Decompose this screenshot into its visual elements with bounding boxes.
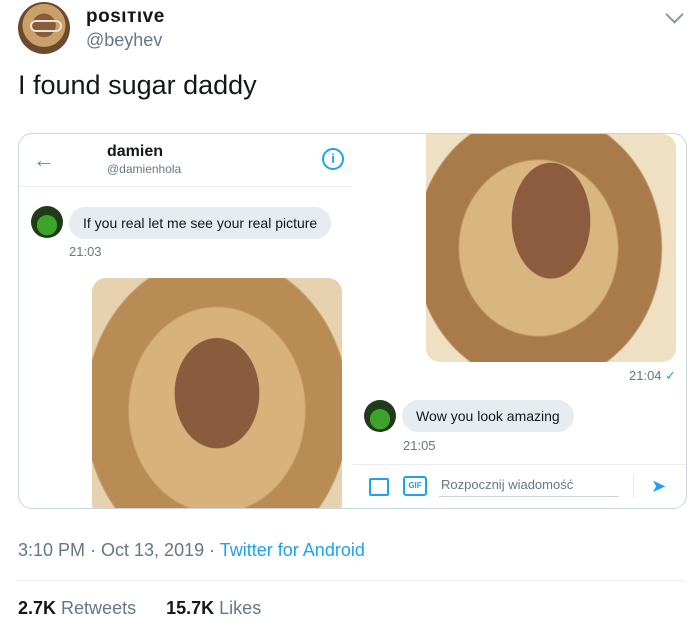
tweet-source-link[interactable]: Twitter for Android: [220, 540, 365, 560]
retweets-stat[interactable]: 2.7K Retweets: [18, 598, 136, 618]
timestamp-text: 21:04: [629, 368, 662, 383]
glasses-detail: [30, 20, 62, 32]
likes-label: Likes: [219, 598, 262, 618]
tweet-timestamp[interactable]: 3:10 PM · Oct 13, 2019 ·: [18, 540, 220, 560]
dm-contact-name: damien: [107, 143, 164, 160]
sender-avatar: [31, 206, 63, 238]
compose-input: Rozpocznij wiadomość: [441, 477, 574, 492]
profile-avatar[interactable]: [18, 2, 70, 54]
tweet-metadata: 3:10 PM · Oct 13, 2019 · Twitter for And…: [18, 540, 365, 561]
retweets-label: Retweets: [61, 598, 137, 618]
tweet-text: I found sugar daddy: [18, 70, 257, 100]
read-check-icon: ✓: [665, 368, 677, 383]
panel-divider: [352, 134, 353, 508]
divider: [19, 186, 352, 187]
message-timestamp: 21:05: [403, 438, 436, 453]
display-name[interactable]: posιтιve: [86, 6, 165, 28]
image-icon: [369, 478, 389, 496]
compose-underline: [439, 496, 619, 497]
back-arrow-icon: ←: [33, 147, 55, 172]
dm-screenshot-left: ← damien @damienhola i If you real let m…: [19, 134, 352, 508]
tweet-stats: 2.7K Retweets 15.7K Likes: [18, 598, 261, 619]
send-icon: ➤: [651, 476, 667, 496]
message-timestamp: 21:03: [69, 244, 102, 259]
user-handle[interactable]: @beyhev: [86, 30, 162, 51]
message-timestamp: 21:04 ✓: [629, 368, 676, 384]
sent-photo-large: [426, 134, 676, 362]
compose-separator: [633, 474, 634, 498]
compose-divider: [352, 464, 686, 465]
info-icon: i: [322, 148, 344, 170]
message-bubble: Wow you look amazing: [402, 400, 574, 432]
chevron-down-icon[interactable]: [665, 5, 684, 24]
retweets-count: 2.7K: [18, 598, 57, 618]
message-bubble: If you real let me see your real picture: [69, 207, 332, 239]
sender-avatar: [364, 400, 396, 432]
sent-photo: [92, 278, 342, 508]
likes-stat[interactable]: 15.7K Likes: [166, 598, 261, 618]
gif-icon: GIF: [403, 476, 427, 496]
dm-contact-handle: @damienhola: [107, 162, 182, 176]
tweet-media[interactable]: ← damien @damienhola i If you real let m…: [18, 133, 687, 509]
divider: [18, 580, 685, 581]
likes-count: 15.7K: [166, 598, 215, 618]
